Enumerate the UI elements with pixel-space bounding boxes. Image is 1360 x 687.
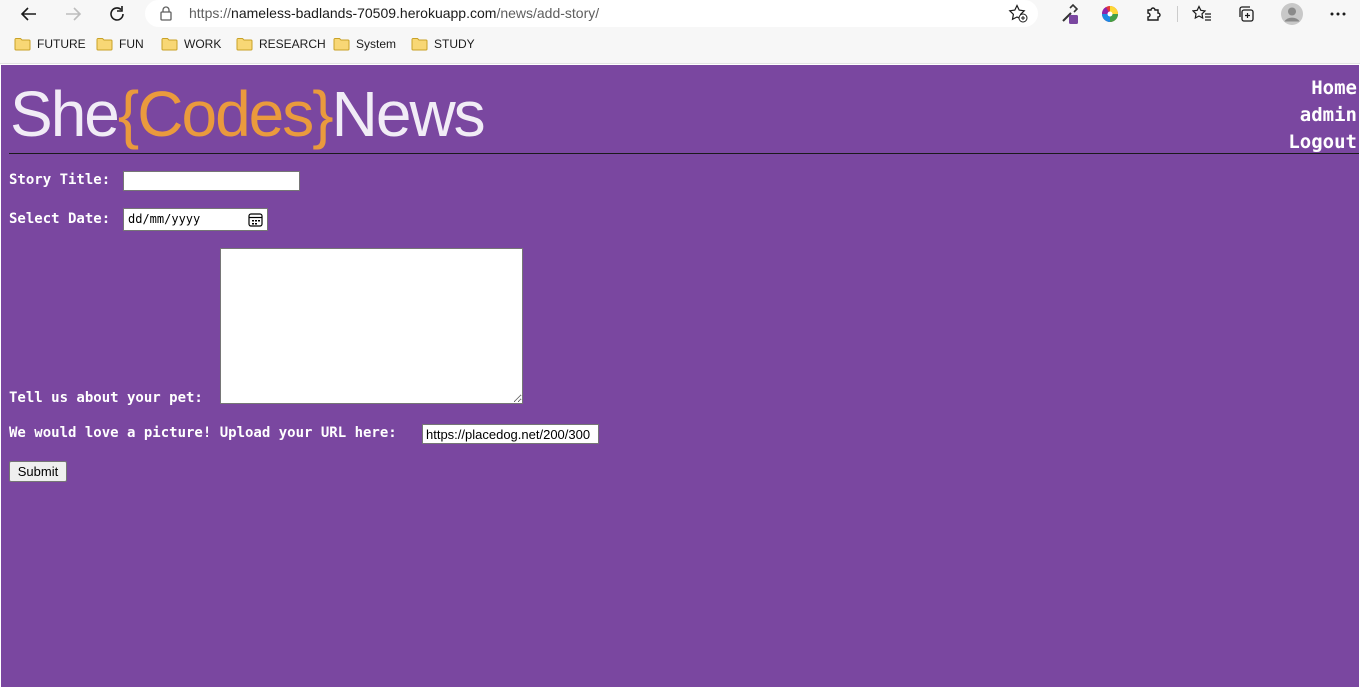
nav-admin-link[interactable]: admin [1288, 102, 1357, 129]
bookmark-label: FUTURE [37, 37, 86, 51]
favorites-icon [1192, 5, 1211, 21]
folder-icon [96, 38, 113, 51]
submit-button[interactable]: Submit [9, 461, 67, 482]
folder-icon [161, 38, 178, 51]
avatar-icon [1281, 3, 1303, 25]
site-nav: Home admin Logout [1288, 75, 1357, 156]
forward-button[interactable] [58, 0, 88, 27]
pet-description-label: Tell us about your pet: [9, 390, 203, 406]
collections-button[interactable] [1234, 2, 1258, 26]
lock-icon[interactable] [159, 6, 173, 21]
bookmark-label: STUDY [434, 37, 475, 51]
more-icon [1330, 12, 1346, 16]
bookmark-folder[interactable]: RESEARCH [236, 37, 326, 51]
eyedropper-extension-button[interactable] [1058, 2, 1082, 26]
calendar-icon[interactable] [248, 212, 263, 227]
nav-home-link[interactable]: Home [1288, 75, 1357, 102]
bookmark-label: RESEARCH [259, 37, 326, 51]
reload-button[interactable] [102, 0, 132, 27]
bookmark-folder[interactable]: STUDY [411, 37, 475, 51]
folder-icon [14, 38, 31, 51]
arrow-right-icon [66, 6, 82, 21]
bookmark-label: System [356, 37, 397, 51]
bookmark-folder[interactable]: System [333, 37, 396, 51]
color-wheel-icon [1101, 6, 1118, 22]
collections-icon [1239, 6, 1254, 22]
pet-description-textarea[interactable] [220, 248, 523, 404]
header-divider [9, 153, 1359, 154]
image-url-input[interactable] [422, 424, 599, 444]
nav-logout-link[interactable]: Logout [1288, 129, 1357, 156]
browser-toolbar: https://nameless-badlands-70509.herokuap… [0, 0, 1360, 29]
story-title-input[interactable] [123, 171, 300, 191]
url-text[interactable]: https://nameless-badlands-70509.herokuap… [189, 5, 599, 21]
toolbar-divider [1177, 6, 1178, 22]
bookmark-folder[interactable]: FUN [96, 37, 144, 51]
bookmark-label: WORK [184, 37, 222, 51]
bookmark-folder[interactable]: WORK [161, 37, 221, 51]
story-title-label: Story Title: [9, 172, 111, 188]
date-placeholder: dd/mm/yyyy [128, 212, 201, 226]
eyedropper-icon [1062, 3, 1079, 24]
favorites-button[interactable] [1190, 2, 1214, 26]
folder-icon [333, 38, 350, 51]
bookmark-label: FUN [119, 37, 144, 51]
logo-she: She [10, 78, 120, 150]
page-content: She{Codes}News Home admin Logout Story T… [1, 65, 1359, 687]
folder-icon [411, 38, 428, 51]
logo-codes: {Codes} [117, 78, 334, 150]
arrow-left-icon [20, 6, 36, 21]
color-wheel-extension-button[interactable] [1098, 2, 1122, 26]
folder-icon [236, 38, 253, 51]
select-date-label: Select Date: [9, 211, 111, 227]
puzzle-icon [1147, 7, 1161, 21]
date-input[interactable]: dd/mm/yyyy [123, 208, 268, 231]
more-button[interactable] [1326, 2, 1350, 26]
logo-news: News [331, 78, 486, 150]
bookmarks-bar: FUTURE FUN WORK RESEARCH System STUDY [0, 29, 1360, 64]
bookmark-folder[interactable]: FUTURE [14, 37, 86, 51]
profile-button[interactable] [1280, 2, 1304, 26]
reload-icon [110, 5, 124, 21]
url-path: /news/add-story/ [496, 5, 600, 21]
image-url-label: We would love a picture! Upload your URL… [9, 425, 397, 441]
site-logo[interactable]: She{Codes}News [10, 78, 486, 150]
url-host: nameless-badlands-70509.herokuapp.com [231, 5, 497, 21]
back-button[interactable] [14, 0, 44, 27]
url-prefix: https:// [189, 5, 232, 21]
address-bar[interactable]: https://nameless-badlands-70509.herokuap… [145, 0, 1038, 27]
extensions-button[interactable] [1142, 2, 1166, 26]
star-plus-icon[interactable] [1008, 4, 1028, 23]
